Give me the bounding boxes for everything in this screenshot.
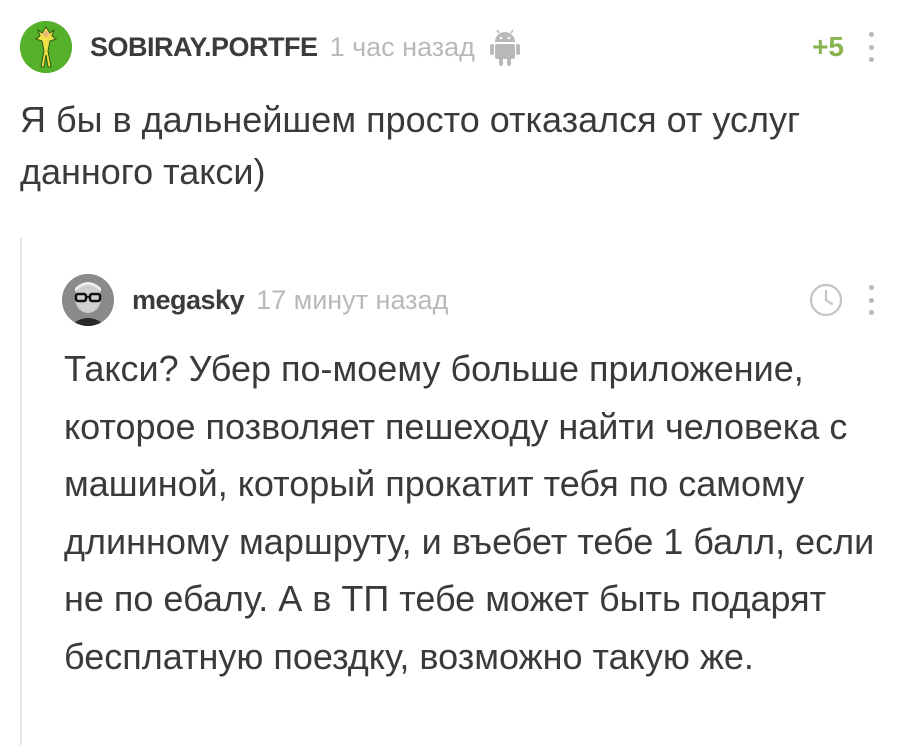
reply-time[interactable]: 17 минут назад bbox=[256, 285, 448, 316]
comment-header: SOBIRAY.PORTFE 1 час назад +5 bbox=[20, 21, 882, 73]
reply-body: Такси? Убер по-моему больше приложение, … bbox=[64, 348, 875, 677]
more-options-icon[interactable] bbox=[864, 32, 878, 62]
comment-time[interactable]: 1 час назад bbox=[330, 32, 475, 63]
android-icon bbox=[489, 28, 521, 66]
avatar-portrait-icon bbox=[62, 274, 114, 326]
clock-icon[interactable] bbox=[808, 282, 844, 318]
reply-header: megasky 17 минут назад bbox=[62, 274, 882, 326]
reply-avatar[interactable] bbox=[62, 274, 114, 326]
reply-thread-line[interactable] bbox=[20, 238, 22, 745]
comment-body: Я бы в дальнейшем просто отказался от ус… bbox=[20, 99, 801, 192]
avatar-figure-icon bbox=[20, 21, 72, 73]
reply-more-options-icon[interactable] bbox=[864, 285, 878, 315]
reply-username[interactable]: megasky bbox=[132, 285, 245, 316]
comment-rating[interactable]: +5 bbox=[812, 31, 844, 63]
user-avatar[interactable] bbox=[20, 21, 72, 73]
comment-username[interactable]: SOBIRAY.PORTFE bbox=[90, 32, 318, 63]
